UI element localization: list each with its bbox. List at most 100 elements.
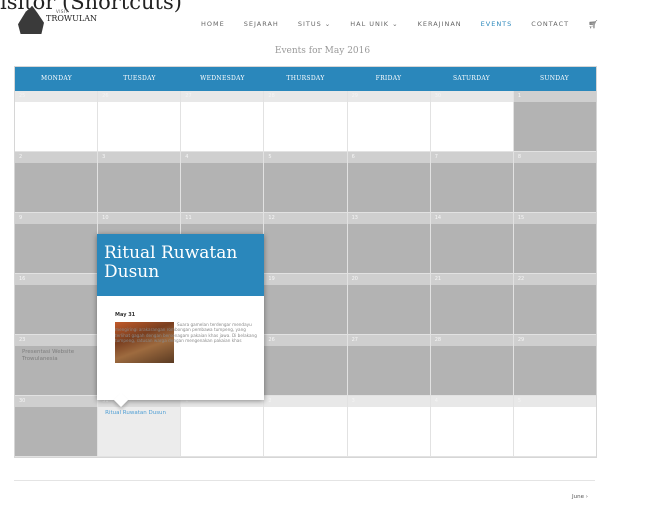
day-number: 28 <box>264 91 347 102</box>
calendar-day-cell[interactable]: 1 <box>181 396 265 457</box>
weekday-header-friday: FRIDAY <box>375 75 402 82</box>
day-number: 8 <box>513 152 596 163</box>
day-number: 16 <box>15 274 98 285</box>
day-number: 30 <box>15 396 98 407</box>
calendar-day-cell[interactable]: 23 Presentasi Website Trowulanesia <box>15 335 99 396</box>
day-number: 4 <box>181 152 264 163</box>
calendar-day-cell[interactable]: 7 <box>430 152 514 213</box>
calendar-month-title: Events for May 2016 <box>274 46 371 56</box>
nav-hal-unik[interactable]: HAL UNIK ⌄ <box>350 20 398 28</box>
day-number: 25 <box>15 91 98 102</box>
calendar-day-cell[interactable]: 2 <box>264 396 348 457</box>
day-number: 3 <box>347 396 430 407</box>
calendar-day-cell[interactable]: 25 <box>15 91 99 152</box>
day-number: 22 <box>513 274 596 285</box>
calendar-day-cell[interactable]: 30 <box>430 91 514 152</box>
calendar-day-cell[interactable]: 26 <box>98 91 182 152</box>
calendar-day-cell[interactable]: 2 <box>15 152 99 213</box>
calendar-week-row: 25 26 27 28 29 30 1 <box>15 91 596 152</box>
calendar-day-cell[interactable]: 28 <box>430 335 514 396</box>
day-number: 30 <box>430 91 513 102</box>
popup-event-date: May 31 <box>115 312 136 318</box>
day-number: 3 <box>98 152 181 163</box>
event-tooltip-popup: Ritual Ruwatan Dusun May 31 Suara gamela… <box>97 234 264 408</box>
day-number: 5 <box>513 396 596 407</box>
weekday-header-tuesday: TUESDAY <box>123 75 156 82</box>
calendar-event-link[interactable]: Ritual Ruwatan Dusun <box>98 407 180 420</box>
calendar-day-cell[interactable]: 14 <box>430 213 514 274</box>
calendar-day-cell[interactable]: 1 <box>513 91 596 152</box>
calendar-day-cell[interactable]: 19 <box>264 274 348 335</box>
logo-brand-name: TROWULAN <box>46 14 97 23</box>
calendar-day-cell[interactable]: 12 <box>264 213 348 274</box>
nav-sejarah[interactable]: SEJARAH <box>244 20 279 28</box>
calendar-day-cell[interactable]: 28 <box>264 91 348 152</box>
calendar-day-cell[interactable]: 29 <box>513 335 596 396</box>
day-number: 20 <box>347 274 430 285</box>
day-number: 9 <box>15 213 98 224</box>
calendar-day-cell[interactable]: 27 <box>347 335 431 396</box>
site-header: VISIT TROWULAN HOME SEJARAH SITUS ⌄ HAL … <box>0 0 645 40</box>
day-number: 29 <box>513 335 596 346</box>
day-number: 2 <box>264 396 347 407</box>
day-number: 15 <box>513 213 596 224</box>
day-number: 12 <box>264 213 347 224</box>
calendar-day-cell[interactable]: 13 <box>347 213 431 274</box>
calendar-day-cell[interactable]: 3 <box>347 396 431 457</box>
day-number: 4 <box>430 396 513 407</box>
nav-events[interactable]: EVENTS <box>481 20 513 28</box>
day-number: 2 <box>15 152 98 163</box>
day-number: 26 <box>264 335 347 346</box>
day-number: 13 <box>347 213 430 224</box>
calendar-day-cell[interactable]: 31 Ritual Ruwatan Dusun <box>98 396 182 457</box>
site-logo[interactable]: VISIT TROWULAN <box>14 4 104 36</box>
day-number: 7 <box>430 152 513 163</box>
day-number: 14 <box>430 213 513 224</box>
nav-situs[interactable]: SITUS ⌄ <box>298 20 331 28</box>
calendar-day-cell[interactable]: 21 <box>430 274 514 335</box>
day-number: 27 <box>347 335 430 346</box>
calendar-day-cell[interactable]: 8 <box>513 152 596 213</box>
calendar-day-cell[interactable]: 26 <box>264 335 348 396</box>
day-number: 6 <box>347 152 430 163</box>
calendar-day-cell[interactable]: 27 <box>181 91 265 152</box>
calendar-day-cell[interactable]: 20 <box>347 274 431 335</box>
day-number: 10 <box>98 213 181 224</box>
calendar-event-link[interactable]: Presentasi Website Trowulanesia <box>15 346 97 366</box>
weekday-header-wednesday: WEDNESDAY <box>200 75 245 82</box>
next-month-link[interactable]: June › <box>572 494 588 500</box>
day-number: 29 <box>347 91 430 102</box>
day-number: 11 <box>181 213 264 224</box>
calendar-day-cell[interactable]: 6 <box>347 152 431 213</box>
calendar-day-cell[interactable]: 15 <box>513 213 596 274</box>
day-number: 1 <box>513 91 596 102</box>
day-number: 27 <box>181 91 264 102</box>
popup-event-title[interactable]: Ritual Ruwatan Dusun <box>97 234 264 296</box>
calendar-day-cell[interactable]: 5 <box>264 152 348 213</box>
calendar-day-cell[interactable]: 9 <box>15 213 99 274</box>
weekday-header-thursday: THURSDAY <box>286 75 325 82</box>
day-number: 28 <box>430 335 513 346</box>
day-number: 5 <box>264 152 347 163</box>
temple-logo-icon <box>18 6 44 34</box>
nav-contact[interactable]: CONTACT <box>531 20 569 28</box>
cart-icon[interactable]: 🛒︎ <box>588 20 598 29</box>
calendar-week-row: 2345678 <box>15 152 596 213</box>
calendar-day-cell[interactable]: 4 <box>430 396 514 457</box>
calendar-day-cell[interactable]: 30 <box>15 396 99 457</box>
popup-event-excerpt: Suara gamelan terdengar mendayu mengirin… <box>115 322 257 344</box>
nav-kerajinan[interactable]: KERAJINAN <box>418 20 462 28</box>
calendar-day-cell[interactable]: 4 <box>181 152 265 213</box>
weekday-header-saturday: SATURDAY <box>453 75 490 82</box>
calendar-weekday-header: MONDAY TUESDAY WEDNESDAY THURSDAY FRIDAY SATU… <box>15 67 596 91</box>
calendar-day-cell[interactable]: 22 <box>513 274 596 335</box>
calendar-day-cell[interactable]: 29 <box>347 91 431 152</box>
weekday-header-monday: MONDAY <box>41 75 72 82</box>
calendar-day-cell[interactable]: 3 <box>98 152 182 213</box>
calendar-day-cell[interactable]: 16 <box>15 274 99 335</box>
footer-divider <box>14 480 595 481</box>
day-number: 19 <box>264 274 347 285</box>
calendar-day-cell[interactable]: 5 <box>513 396 596 457</box>
weekday-header-sunday: SUNDAY <box>539 75 570 82</box>
nav-home[interactable]: HOME <box>201 20 225 28</box>
